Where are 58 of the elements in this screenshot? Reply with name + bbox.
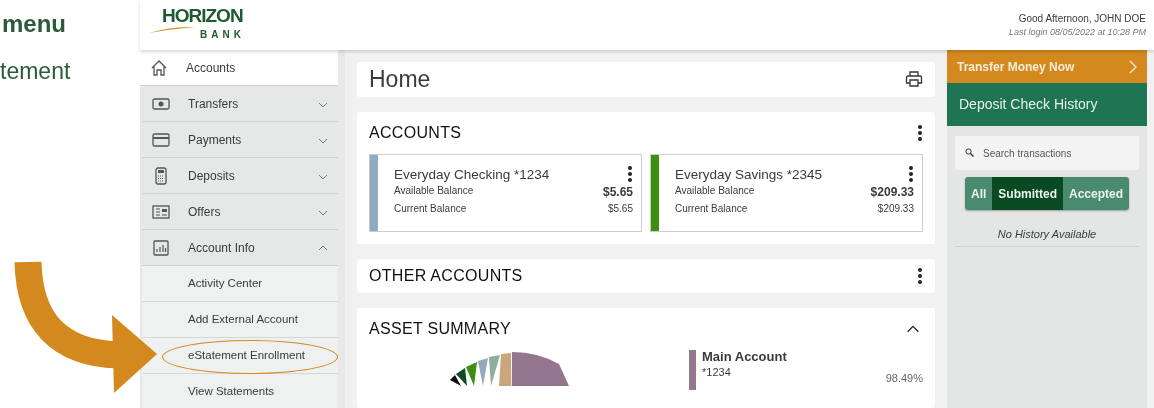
more-options-icon[interactable] (908, 164, 914, 183)
sidebar-item-label: Deposits (188, 167, 236, 185)
sidebar-item-label: Payments (188, 131, 243, 149)
sidebar-item[interactable]: Deposits (142, 158, 338, 194)
submenu-item[interactable]: Activity Center (142, 266, 338, 302)
sidebar-item-label: Account Info (188, 239, 256, 257)
panel-title: Deposit Check History (947, 83, 1147, 126)
filter-tab[interactable]: All (964, 177, 993, 210)
home-icon (150, 58, 168, 77)
annotation-subheading: tement (0, 57, 72, 86)
balance-label: Available Balance (394, 183, 474, 198)
sidebar-item-label: Accounts (186, 59, 237, 77)
legend-name: Main Account (702, 349, 788, 365)
filter-tab[interactable]: Submitted (992, 177, 1063, 210)
submenu-item[interactable]: eStatement Enrollment (142, 338, 338, 374)
search-field[interactable]: Search transactions (955, 136, 1139, 170)
balance-amount: $5.65 (602, 183, 633, 201)
section-title: OTHER ACCOUNTS (369, 265, 523, 286)
more-options-icon[interactable] (917, 266, 923, 285)
card-icon (152, 130, 170, 149)
last-login-text: Last login 08/05/2022 at 10:28 PM (1008, 25, 1146, 39)
sidebar-item[interactable]: Offers (142, 194, 338, 230)
balance-amount: $209.33 (870, 183, 914, 201)
section-title: ACCOUNTS (369, 122, 462, 143)
empty-message: No History Available (955, 220, 1139, 247)
greeting-text: Good Afternoon, JOHN DOE (1017, 11, 1146, 26)
account-name: Everyday Savings *2345 (675, 165, 823, 184)
chevron-right-icon (1129, 59, 1137, 74)
submenu-item[interactable]: Add External Account (142, 302, 338, 338)
print-icon[interactable] (905, 70, 923, 89)
more-options-icon[interactable] (627, 164, 633, 183)
sidebar-item[interactable]: Payments (142, 122, 338, 158)
account-card[interactable]: Everyday Savings *2345 Available Balance $209.33 Current Balance $209.33 (650, 153, 923, 232)
filter-tab[interactable]: Accepted (1063, 177, 1129, 210)
balance-label: Current Balance (394, 201, 467, 216)
balance-amount: $209.33 (877, 201, 914, 216)
logo-text: HORIZON (162, 6, 243, 25)
bar-chart-icon (152, 238, 170, 257)
sidebar-item-label: Transfers (188, 95, 240, 113)
balance-amount: $5.65 (607, 201, 633, 216)
account-card[interactable]: Everyday Checking *1234 Available Balance $5.65 Current Balance $5.65 (369, 153, 642, 232)
newspaper-icon (152, 202, 170, 221)
balance-label: Current Balance (675, 201, 748, 216)
calculator-icon (152, 166, 170, 185)
annotation-heading: menu (1, 9, 67, 39)
sidebar-item[interactable]: Accounts (140, 50, 338, 86)
more-options-icon[interactable] (917, 123, 923, 142)
sidebar-item-label: Offers (188, 203, 222, 221)
legend-percent: 98.49% (885, 370, 923, 386)
sidebar-item[interactable]: Transfers (142, 86, 338, 122)
legend-number: *1234 (702, 365, 732, 381)
logo-subtext: BANK (200, 29, 245, 41)
balance-label: Available Balance (675, 183, 755, 198)
submenu-item[interactable]: View Statements (142, 374, 338, 408)
page-title: Home (369, 65, 431, 94)
section-title: ASSET SUMMARY (369, 318, 511, 339)
account-name: Everyday Checking *1234 (394, 165, 550, 184)
bank-logo[interactable]: HORIZON BANK (148, 4, 258, 46)
